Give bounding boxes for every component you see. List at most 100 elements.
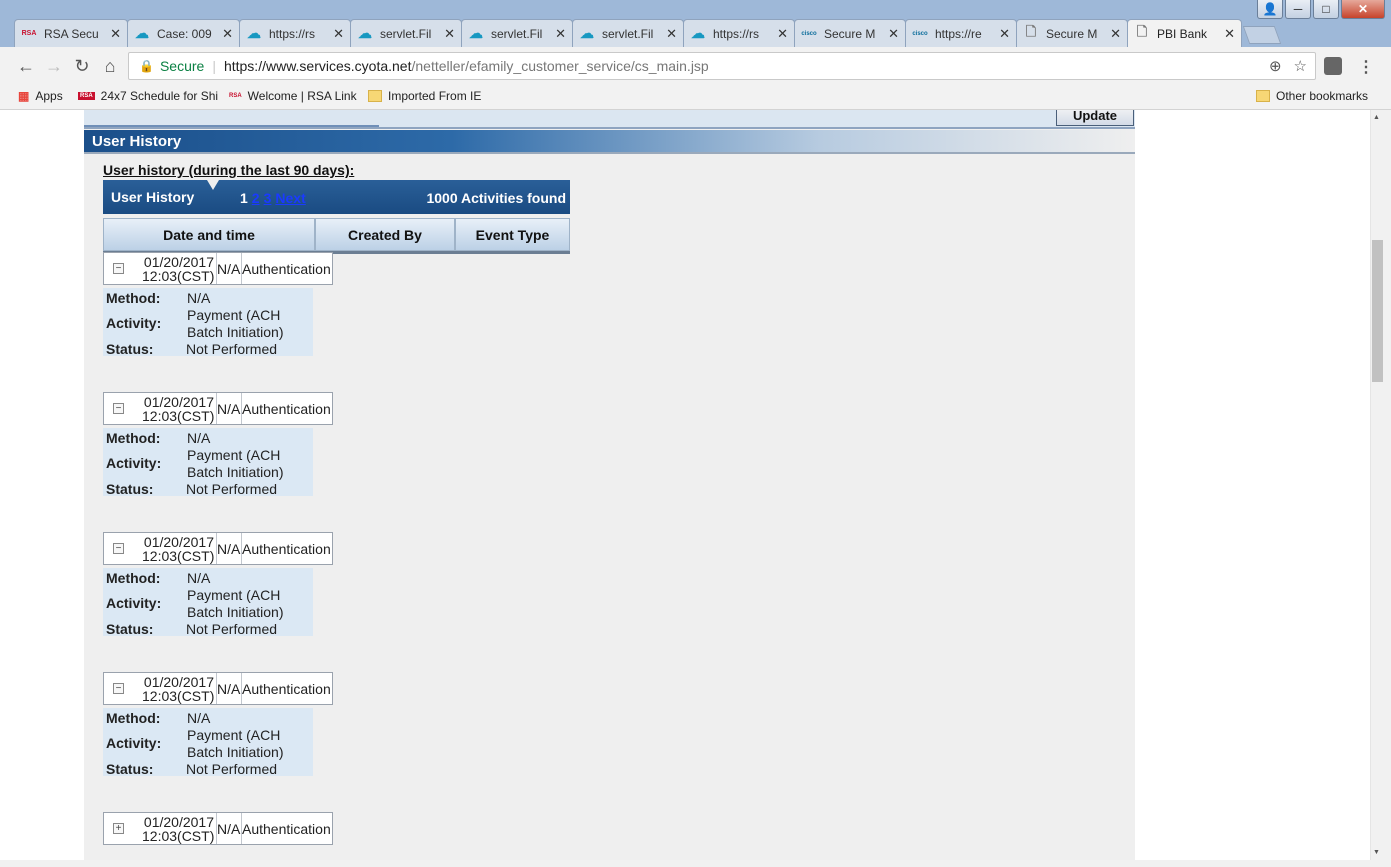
tab-close-icon[interactable]: ✕: [777, 26, 788, 42]
column-event-type[interactable]: Event Type: [455, 218, 570, 251]
bookmark-rsa-link[interactable]: RSA Welcome | RSA Link: [229, 89, 357, 103]
tab-servlet-3[interactable]: ☁ servlet.Fil ✕: [572, 19, 684, 47]
expand-icon[interactable]: +: [113, 823, 124, 834]
page-link-3[interactable]: 3: [264, 190, 272, 206]
address-separator: |: [212, 58, 216, 74]
scroll-down-icon[interactable]: ▼: [1373, 849, 1380, 856]
tab-case[interactable]: ☁ Case: 009 ✕: [127, 19, 240, 47]
forward-icon[interactable]: →: [44, 56, 64, 76]
status-label: Status:: [106, 621, 154, 637]
lock-icon[interactable]: 🔒: [139, 59, 154, 73]
tab-close-icon[interactable]: ✕: [1110, 26, 1121, 42]
document-icon: 🗋: [1136, 23, 1148, 39]
tab-salesforce-link-2[interactable]: ☁ https://rs ✕: [683, 19, 795, 47]
table-row[interactable]: − 01/20/2017 12:03(CST) N/A Authenticatio…: [103, 672, 333, 705]
tab-servlet-1[interactable]: ☁ servlet.Fil ✕: [350, 19, 462, 47]
table-row[interactable]: − 01/20/2017 12:03(CST) N/A Authenticatio…: [103, 532, 333, 565]
tab-pbi-bank[interactable]: 🗋 PBI Bank ✕: [1127, 19, 1242, 47]
scroll-thumb[interactable]: [1372, 240, 1383, 382]
new-tab-button[interactable]: [1242, 26, 1282, 44]
method-label: Method:: [106, 710, 161, 726]
entry-created-by: N/A: [217, 261, 241, 277]
column-date-time[interactable]: Date and time: [103, 218, 315, 251]
maximize-button[interactable]: □: [1313, 0, 1339, 19]
status-label: Status:: [106, 761, 154, 777]
extension-icon[interactable]: [1324, 57, 1342, 75]
page-content: Update User History User history (during…: [84, 110, 1135, 860]
table-row[interactable]: − 01/20/2017 12:03(CST) N/A Authenticatio…: [103, 392, 333, 425]
tab-title: servlet.Fil: [602, 26, 654, 41]
page-link-2[interactable]: 2: [252, 190, 260, 206]
minimize-button[interactable]: ─: [1285, 0, 1311, 19]
apps-grid-icon: ▦: [18, 89, 30, 103]
bookmark-star-icon[interactable]: ☆: [1294, 57, 1307, 75]
tab-close-icon[interactable]: ✕: [110, 26, 121, 42]
page-scrollbar[interactable]: ▲ ▼: [1370, 110, 1384, 860]
reload-icon[interactable]: ↻: [72, 56, 92, 76]
table-row[interactable]: + 01/20/2017 12:03(CST) N/A Authenticatio…: [103, 812, 333, 845]
tab-close-icon[interactable]: ✕: [444, 26, 455, 42]
tab-title: https://rs: [713, 26, 760, 41]
entry-created-by: N/A: [217, 821, 241, 837]
activity-value: Payment (ACH Batch Initiation): [187, 727, 284, 760]
collapse-icon[interactable]: −: [113, 403, 124, 414]
home-icon[interactable]: ⌂: [100, 56, 120, 76]
browser-menu-icon[interactable]: ⋮: [1358, 57, 1374, 77]
table-row[interactable]: − 01/20/2017 12:03(CST) N/A Authenticatio…: [103, 252, 333, 285]
cisco-icon: cisco: [912, 30, 928, 37]
bookmark-other[interactable]: Other bookmarks: [1256, 89, 1368, 103]
tab-close-icon[interactable]: ✕: [555, 26, 566, 42]
activity-value: Payment (ACH Batch Initiation): [187, 307, 284, 340]
entry-details: Method: N/A Activity: Payment (ACH Batch …: [103, 568, 313, 637]
folder-icon: [368, 90, 382, 102]
tab-title: https://re: [935, 26, 982, 41]
tab-close-icon[interactable]: ✕: [888, 26, 899, 42]
entry-event-type: Authentication: [242, 401, 331, 417]
column-created-by[interactable]: Created By: [315, 218, 455, 251]
bookmark-schedule[interactable]: RSA 24x7 Schedule for Shi: [78, 89, 218, 103]
back-icon[interactable]: ←: [16, 56, 36, 76]
tab-title: RSA Secu: [44, 26, 99, 41]
url-host: https://www.services.cyota.net: [223, 58, 412, 74]
tab-close-icon[interactable]: ✕: [222, 26, 233, 42]
page-viewport: Update User History User history (during…: [0, 110, 1370, 860]
method-value: N/A: [187, 570, 211, 586]
bookmark-apps[interactable]: ▦ Apps: [18, 89, 63, 103]
close-window-button[interactable]: ✕: [1341, 0, 1385, 19]
tab-close-icon[interactable]: ✕: [999, 26, 1010, 42]
tab-rsa[interactable]: RSA RSA Secu ✕: [14, 19, 128, 47]
rsa-icon: RSA: [229, 93, 242, 99]
update-button[interactable]: Update: [1056, 110, 1134, 126]
scroll-up-icon[interactable]: ▲: [1373, 114, 1380, 121]
entry-event-type: Authentication: [242, 261, 331, 277]
tab-close-icon[interactable]: ✕: [333, 26, 344, 42]
next-page-link[interactable]: Next: [275, 190, 305, 206]
bookmark-label: 24x7 Schedule for Shi: [100, 89, 219, 103]
bookmark-label: Apps: [35, 89, 63, 103]
tab-close-icon[interactable]: ✕: [1224, 26, 1235, 42]
tab-close-icon[interactable]: ✕: [666, 26, 677, 42]
tab-servlet-2[interactable]: ☁ servlet.Fil ✕: [461, 19, 573, 47]
bookmark-folder-ie[interactable]: Imported From IE: [368, 89, 481, 103]
status-label: Status:: [106, 481, 154, 497]
collapse-icon[interactable]: −: [113, 263, 124, 274]
collapse-icon[interactable]: −: [113, 683, 124, 694]
tab-cisco-link[interactable]: cisco https://re ✕: [905, 19, 1017, 47]
bookmark-label: Welcome | RSA Link: [247, 89, 357, 103]
activity-value: Payment (ACH Batch Initiation): [187, 587, 284, 620]
salesforce-icon: ☁: [691, 25, 705, 41]
salesforce-icon: ☁: [469, 25, 483, 41]
collapse-icon[interactable]: −: [113, 543, 124, 554]
profile-button[interactable]: 👤: [1257, 0, 1283, 19]
address-bar[interactable]: 🔒 Secure | https://www.services.cyota.ne…: [128, 52, 1316, 80]
zoom-icon[interactable]: ⊕: [1269, 57, 1282, 75]
status-value: Not Performed: [186, 761, 278, 777]
tab-secure-mail-1[interactable]: cisco Secure M ✕: [794, 19, 906, 47]
secure-label[interactable]: Secure: [160, 58, 204, 74]
method-value: N/A: [187, 430, 211, 446]
tab-secure-mail-2[interactable]: 🗋 Secure M ✕: [1016, 19, 1128, 47]
header-notch: [207, 180, 219, 190]
form-field[interactable]: [84, 110, 379, 127]
method-value: N/A: [187, 710, 211, 726]
tab-salesforce-link[interactable]: ☁ https://rs ✕: [239, 19, 351, 47]
